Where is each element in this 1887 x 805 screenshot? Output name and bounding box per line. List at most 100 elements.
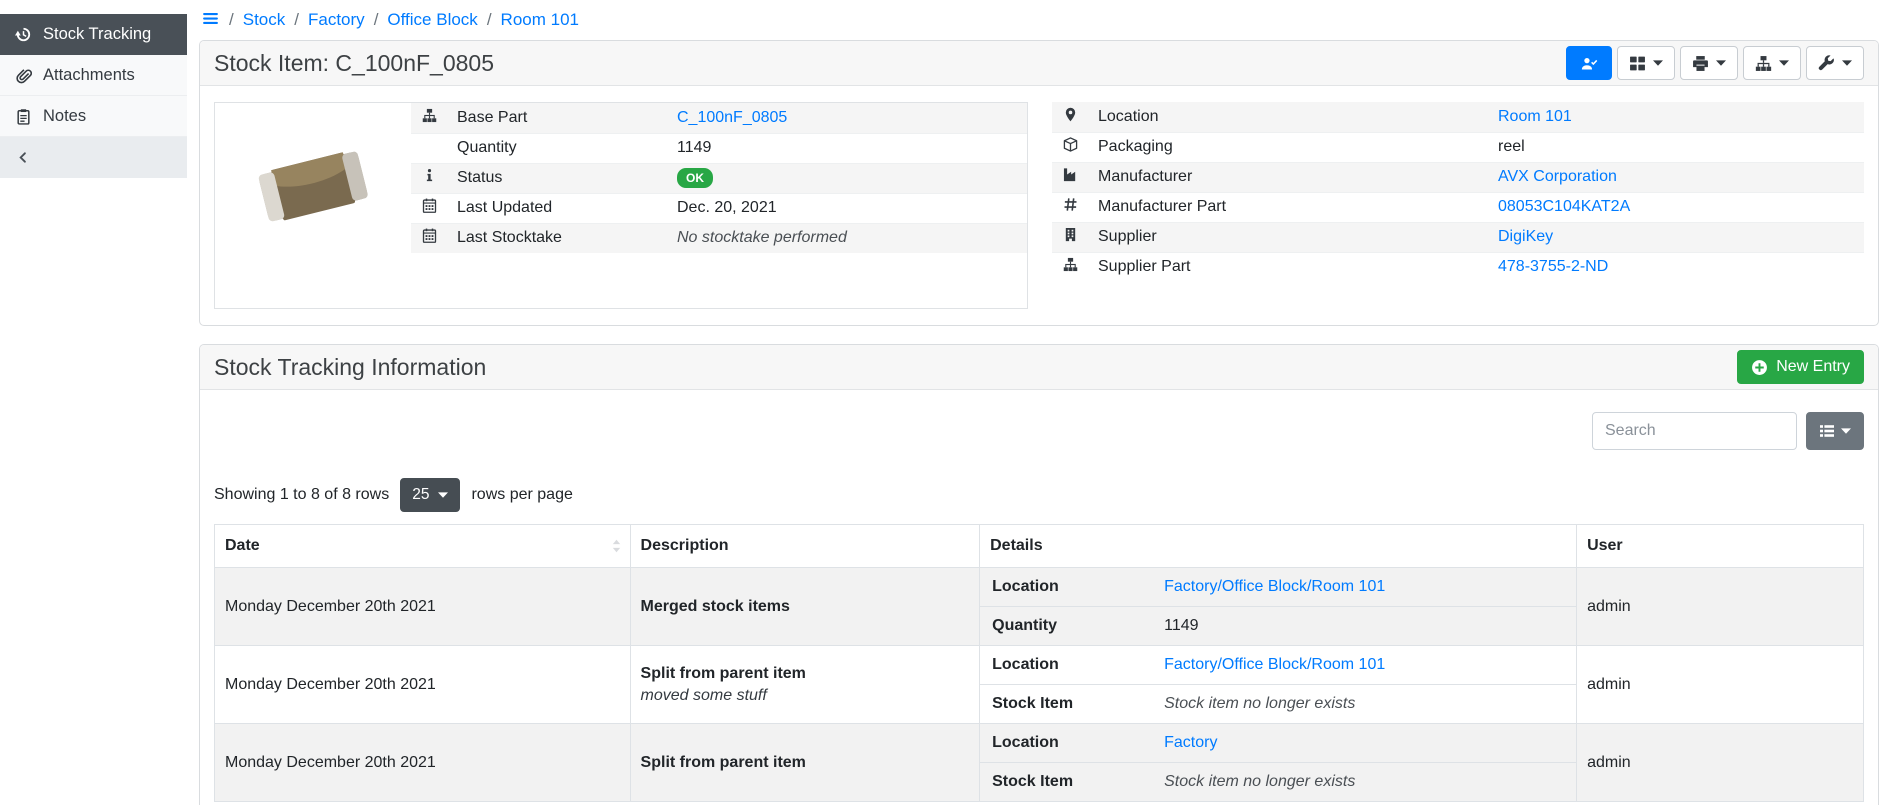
detail-value-link[interactable]: AVX Corporation [1498, 168, 1617, 185]
tracking-detail-label: Quantity [992, 617, 1164, 635]
detail-row: Location Room 101 [1052, 102, 1864, 132]
tracking-panel-heading: Stock Tracking Information New Entry [200, 345, 1878, 390]
plus-circle-icon [1751, 359, 1768, 376]
user-cell: admin [1577, 646, 1864, 724]
sitemap-icon [1755, 55, 1772, 72]
tracking-detail-value-text: 1149 [1164, 617, 1198, 635]
tracking-detail-row: LocationFactory/Office Block/Room 101 [980, 568, 1576, 607]
showing-rows-text: Showing 1 to 8 of 8 rows [214, 486, 389, 504]
tracking-panel-body: Showing 1 to 8 of 8 rows 25 rows per pag… [200, 390, 1878, 805]
map-marker-icon [1063, 107, 1078, 122]
part-summary-box: Base Part C_100nF_0805 Quantity1149Status O… [214, 102, 1028, 309]
detail-icon-cell [411, 103, 447, 133]
breadcrumb-link-office-block[interactable]: Office Block [387, 10, 477, 30]
detail-value-text: reel [1498, 138, 1525, 155]
date-cell: Monday December 20th 2021 [215, 568, 631, 646]
detail-label: Location [1088, 102, 1488, 132]
detail-value: DigiKey [1488, 222, 1864, 252]
detail-value-link[interactable]: 08053C104KAT2A [1498, 198, 1630, 215]
detail-label: Manufacturer [1088, 162, 1488, 192]
breadcrumb-link-room-101[interactable]: Room 101 [501, 10, 579, 30]
detail-label: Manufacturer Part [1088, 192, 1488, 222]
calendar-icon [422, 228, 437, 243]
detail-row: Quantity1149 [411, 133, 1027, 163]
tracking-detail-label: Location [992, 578, 1164, 596]
columns-dropdown-button[interactable] [1806, 412, 1864, 450]
detail-icon-cell [1052, 132, 1088, 162]
sidebar-item-stock-tracking[interactable]: Stock Tracking [0, 14, 187, 55]
capacitor-image [238, 123, 388, 248]
detail-icon-cell [411, 163, 447, 193]
caret-down-icon [1716, 60, 1726, 66]
caret-down-icon [1841, 428, 1851, 434]
description-cell: Split from parent item [630, 724, 980, 802]
detail-row: Supplier Part 478-3755-2-ND [1052, 252, 1864, 282]
grid-icon [1629, 55, 1646, 72]
detail-icon-cell [1052, 102, 1088, 132]
column-header-date[interactable]: Date [215, 525, 631, 568]
pagination-info: Showing 1 to 8 of 8 rows 25 rows per pag… [214, 478, 1864, 512]
detail-value-link[interactable]: C_100nF_0805 [677, 109, 787, 126]
detail-row: Status OK [411, 163, 1027, 193]
bars-icon [201, 10, 220, 27]
column-header-label: User [1587, 537, 1623, 554]
detail-icon-cell [1052, 162, 1088, 192]
search-input[interactable] [1592, 412, 1797, 450]
breadcrumb-link-stock[interactable]: Stock [243, 10, 286, 30]
sidebar-collapse-button[interactable] [0, 137, 187, 178]
new-entry-button[interactable]: New Entry [1737, 350, 1864, 384]
detail-label: Status [447, 163, 667, 193]
toolbar-button-print-actions[interactable] [1680, 46, 1738, 80]
toolbar-button-stock-actions[interactable] [1743, 46, 1801, 80]
detail-value-link[interactable]: DigiKey [1498, 228, 1553, 245]
page-size-value: 25 [412, 486, 429, 504]
detail-icon-cell [411, 133, 447, 163]
detail-value: 1149 [667, 133, 1027, 163]
column-header-description: Description [630, 525, 980, 568]
detail-value-link[interactable]: Room 101 [1498, 108, 1572, 125]
detail-icon-cell [1052, 222, 1088, 252]
sidebar-item-attachments[interactable]: Attachments [0, 55, 187, 96]
tracking-panel-title: Stock Tracking Information [214, 354, 486, 381]
tracking-detail-value-link[interactable]: Factory/Office Block/Room 101 [1164, 578, 1385, 596]
sidebar-item-notes[interactable]: Notes [0, 96, 187, 137]
table-row: Monday December 20th 2021Merged stock it… [215, 568, 1864, 646]
toolbar-button-view-options[interactable] [1617, 46, 1675, 80]
toolbar-button-user-actions[interactable] [1566, 46, 1612, 80]
box-icon [1063, 137, 1078, 152]
detail-value-link[interactable]: 478-3755-2-ND [1498, 258, 1608, 275]
part-thumbnail [215, 103, 411, 268]
tracking-detail-label: Stock Item [992, 695, 1164, 713]
tracking-table: DateDescription Details User Monday Decemb… [214, 524, 1864, 802]
details-cell: LocationFactoryStock ItemStock item no l… [980, 724, 1577, 802]
tracking-detail-row: Quantity1149 [980, 607, 1576, 645]
chevron-left-icon [16, 150, 31, 165]
page-size-dropdown[interactable]: 25 [400, 478, 460, 512]
tracking-detail-value-text: Stock item no longer exists [1164, 695, 1355, 713]
breadcrumb: /Stock/Factory/Office Block/Room 101 [199, 8, 1879, 40]
toolbar-button-edit-actions[interactable] [1806, 46, 1864, 80]
tracking-detail-value-link[interactable]: Factory/Office Block/Room 101 [1164, 656, 1385, 674]
breadcrumb-links: /Stock/Factory/Office Block/Room 101 [229, 10, 579, 30]
date-cell: Monday December 20th 2021 [215, 646, 631, 724]
user-cell: admin [1577, 568, 1864, 646]
building-icon [1063, 227, 1078, 242]
sidebar-item-label: Notes [43, 107, 86, 126]
caret-down-icon [1842, 60, 1852, 66]
detail-value: Room 101 [1488, 102, 1864, 132]
detail-row: Manufacturer Part 08053C104KAT2A [1052, 192, 1864, 222]
detail-label: Supplier Part [1088, 252, 1488, 282]
menu-toggle-button[interactable] [201, 10, 220, 30]
stock-item-details-table: Base Part C_100nF_0805 Quantity1149Status O… [411, 103, 1027, 253]
wrench-icon [1818, 55, 1835, 72]
detail-label: Base Part [447, 103, 667, 133]
breadcrumb-separator: / [374, 10, 379, 30]
breadcrumb-link-factory[interactable]: Factory [308, 10, 365, 30]
detail-row: Base Part C_100nF_0805 [411, 103, 1027, 133]
detail-value: C_100nF_0805 [667, 103, 1027, 133]
sitemap-icon [1063, 257, 1078, 272]
table-controls [214, 404, 1864, 450]
tracking-detail-value-link[interactable]: Factory [1164, 734, 1217, 752]
status-badge: OK [677, 168, 713, 188]
column-header-label: Details [990, 537, 1042, 554]
